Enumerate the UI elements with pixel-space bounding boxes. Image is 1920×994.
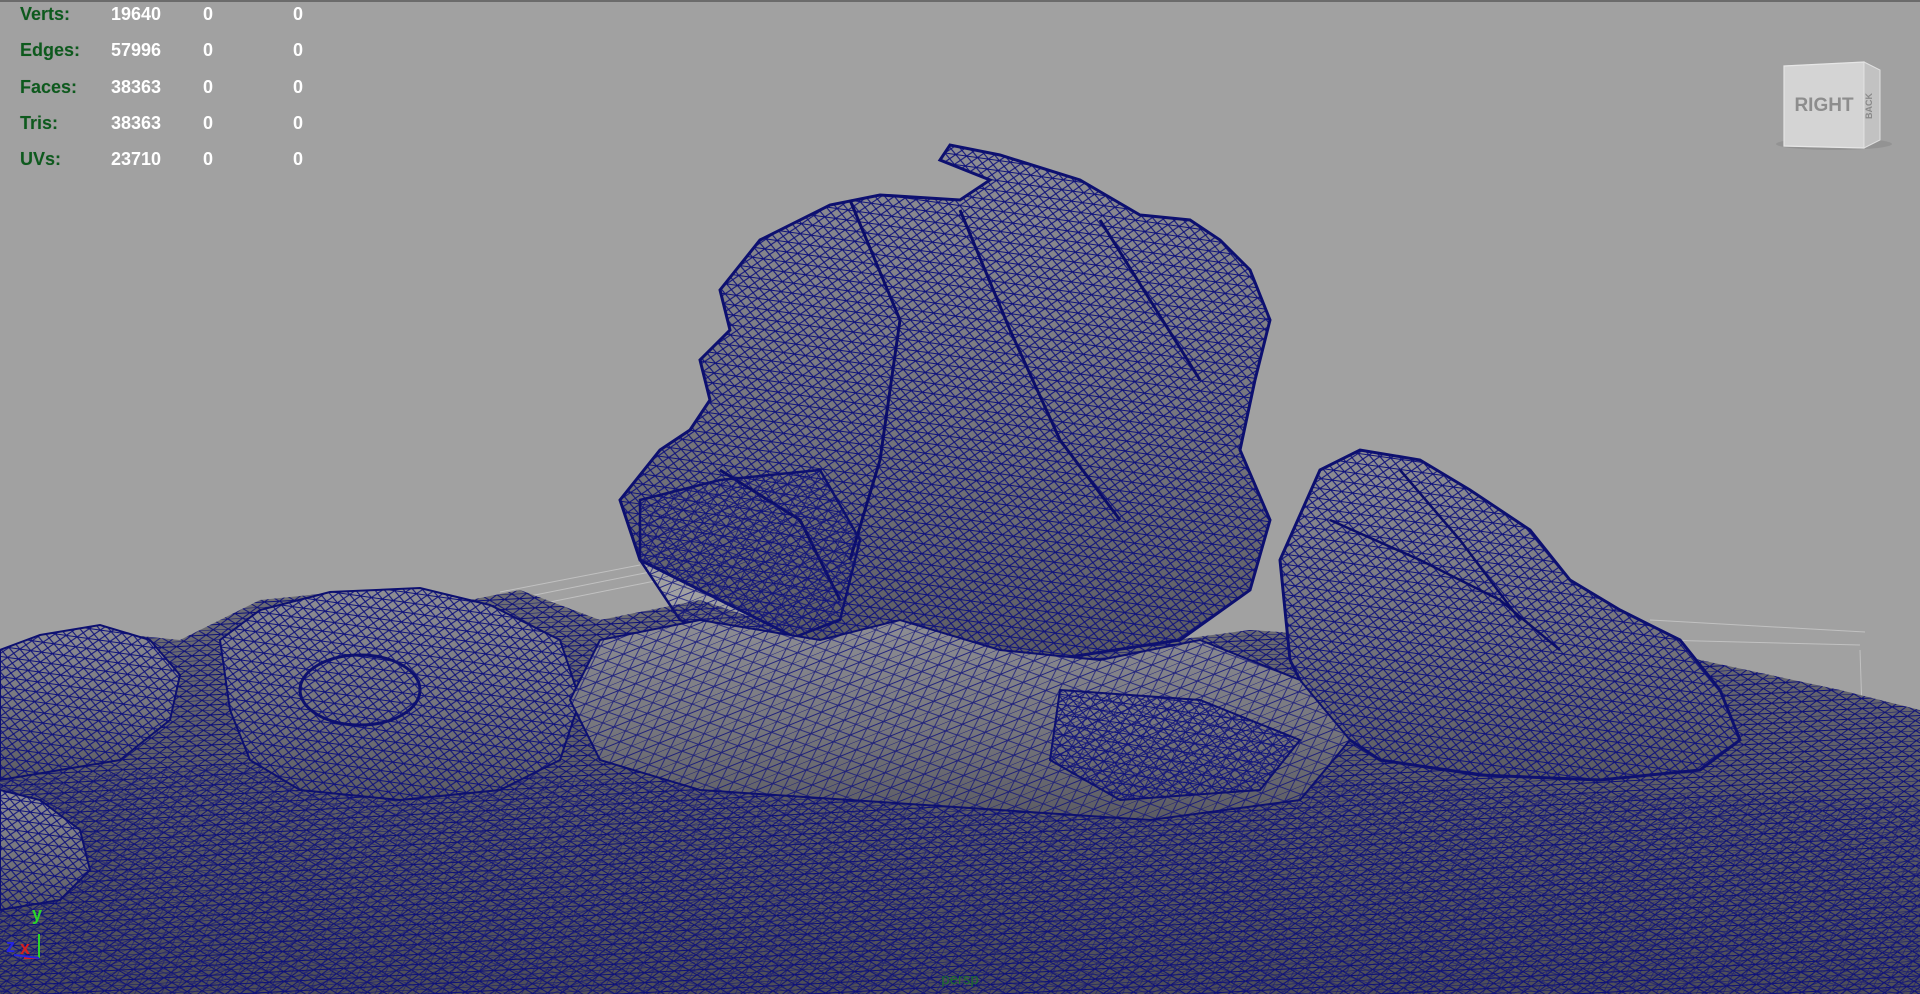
hud-value-selected: 0 <box>203 76 214 97</box>
hud-label: Faces: <box>20 76 78 97</box>
hud-value-component: 0 <box>293 40 304 61</box>
hud-value-object: 19640 <box>111 4 162 24</box>
axis-indicator: y z x <box>6 904 56 964</box>
hud-value-component: 0 <box>293 149 304 170</box>
hud-row-faces: Faces: 38363 0 0 <box>20 77 340 113</box>
hud-value-object: 38363 <box>111 76 162 97</box>
viewcube[interactable]: RIGHT BACK <box>1772 56 1892 156</box>
rock-right <box>1278 448 1742 782</box>
hud-value-component: 0 <box>293 76 304 97</box>
poly-count-hud: Verts: 19640 0 0 Edges: 57996 0 0 Faces:… <box>20 4 340 185</box>
hud-value-object: 57996 <box>111 40 162 61</box>
hud-row-edges: Edges: 57996 0 0 <box>20 40 340 76</box>
hud-value-selected: 0 <box>203 112 214 133</box>
axis-x-label: x <box>20 938 31 958</box>
hud-label: Tris: <box>20 112 59 133</box>
hud-value-component: 0 <box>293 112 304 133</box>
viewcube-back-label: BACK <box>1864 93 1874 119</box>
hud-value-selected: 0 <box>203 149 214 170</box>
hud-row-uvs: UVs: 23710 0 0 <box>20 149 340 185</box>
axis-z-label: z <box>6 936 15 956</box>
hud-value-object: 38363 <box>111 112 162 133</box>
rock-central-tall <box>618 143 1272 662</box>
camera-name-label: persp <box>941 971 979 988</box>
hud-value-selected: 0 <box>203 40 214 61</box>
hud-label: Verts: <box>20 4 71 24</box>
hud-row-verts: Verts: 19640 0 0 <box>20 4 340 40</box>
hud-label: UVs: <box>20 149 62 170</box>
perspective-viewport[interactable]: Verts: 19640 0 0 Edges: 57996 0 0 Faces:… <box>0 0 1920 994</box>
hud-value-component: 0 <box>293 4 304 24</box>
hud-label: Edges: <box>20 40 81 61</box>
viewcube-right-label: RIGHT <box>1794 95 1854 116</box>
hud-row-tris: Tris: 38363 0 0 <box>20 113 340 149</box>
hud-value-selected: 0 <box>203 4 214 24</box>
axis-y-label: y <box>32 904 43 924</box>
hud-value-object: 23710 <box>111 149 162 170</box>
